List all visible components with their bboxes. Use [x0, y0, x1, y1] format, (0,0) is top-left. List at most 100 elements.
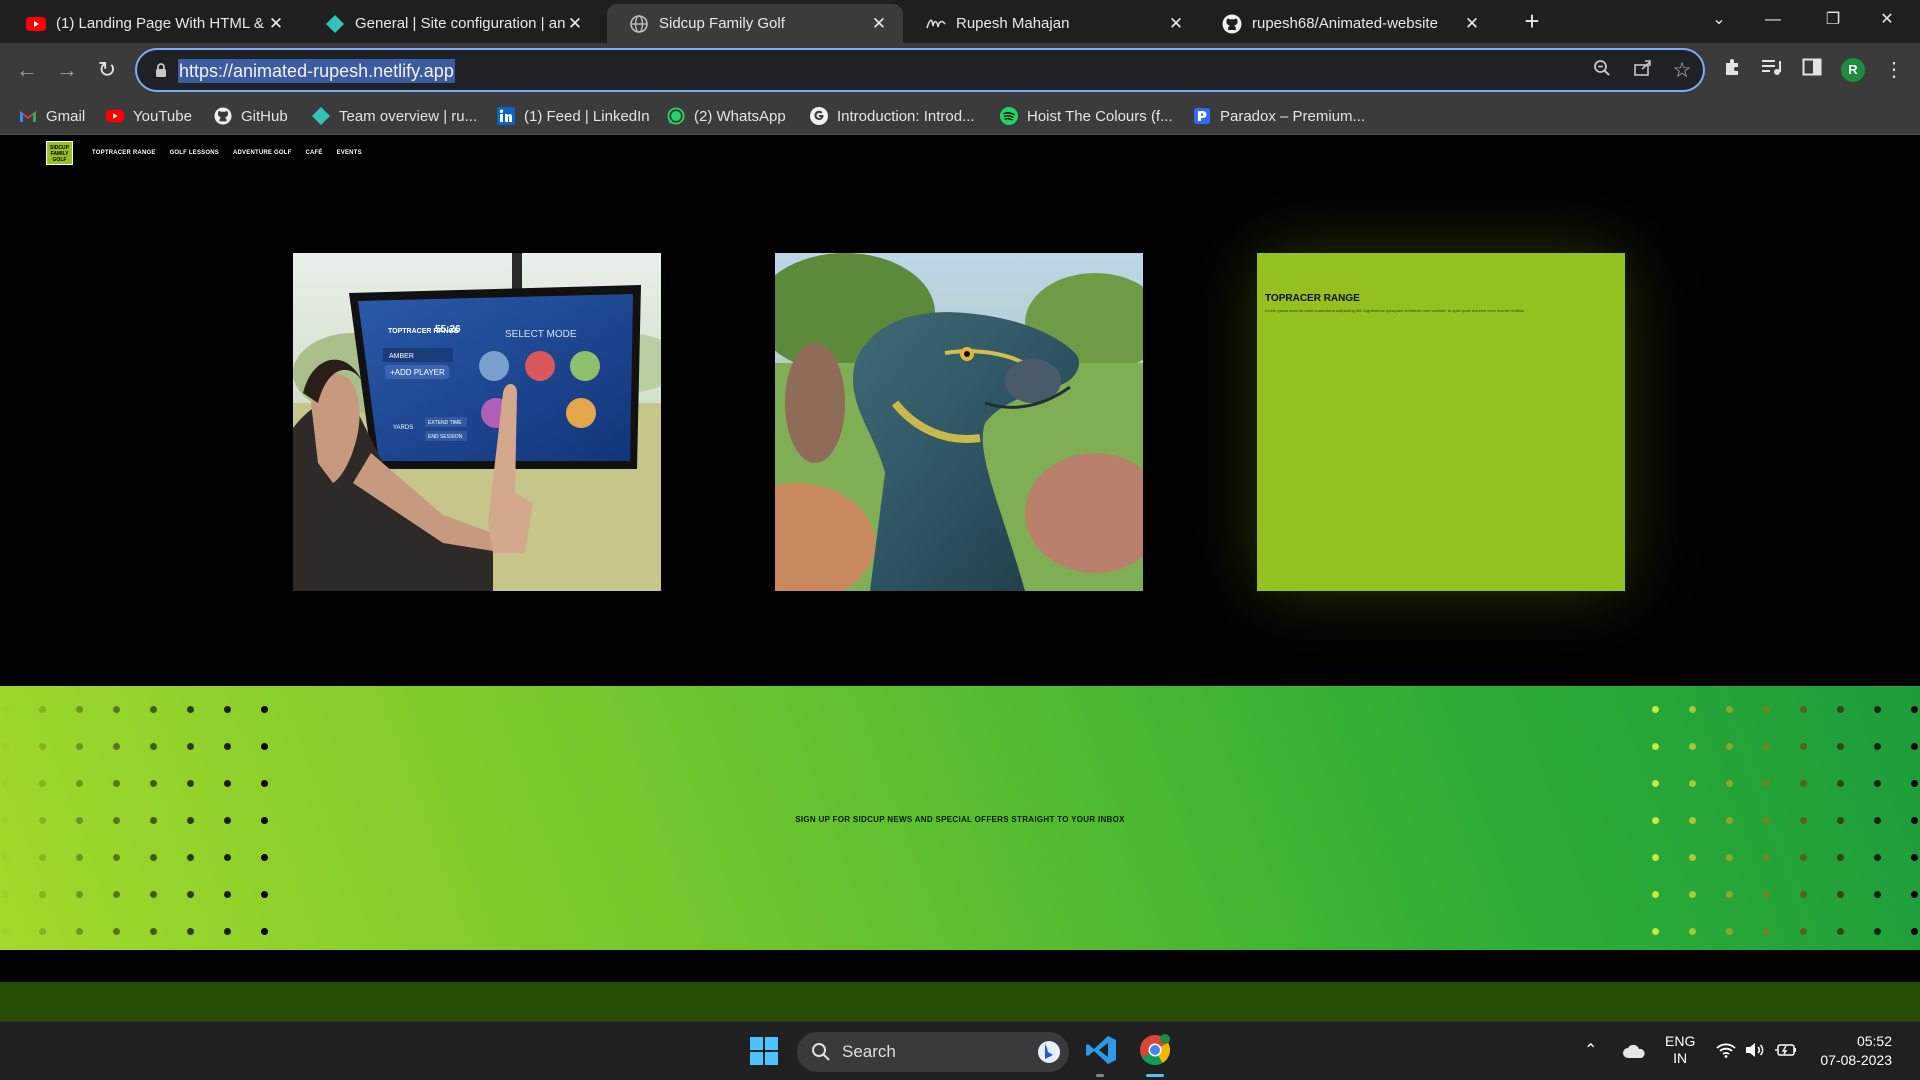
decorative-dot	[2, 743, 9, 750]
close-icon[interactable]: ✕	[1462, 14, 1482, 34]
tab-rupesh[interactable]: Rupesh Mahajan ✕	[904, 4, 1200, 43]
decorative-dot	[1800, 891, 1807, 898]
bookmark-star-icon[interactable]: ☆	[1670, 59, 1694, 83]
menu-icon[interactable]: ⋮	[1881, 57, 1907, 83]
dinosaur-photo-card[interactable]	[775, 253, 1143, 591]
decorative-dot	[1800, 706, 1807, 713]
chrome-icon[interactable]	[1138, 1033, 1172, 1072]
decorative-dot	[1837, 743, 1844, 750]
media-queue-icon[interactable]	[1759, 57, 1785, 83]
bookmark-youtube[interactable]: YouTube	[106, 103, 192, 129]
decorative-dot	[187, 928, 194, 935]
decorative-dot	[1652, 854, 1659, 861]
extensions-icon[interactable]	[1719, 57, 1745, 83]
zoom-icon[interactable]	[1590, 59, 1614, 83]
lock-icon[interactable]	[153, 62, 169, 78]
battery-icon[interactable]	[1775, 1043, 1797, 1062]
nav-link-events[interactable]: EVENTS	[337, 150, 362, 156]
share-icon[interactable]	[1631, 59, 1655, 83]
decorative-dot	[187, 780, 194, 787]
bookmark-whatsapp[interactable]: (2) WhatsApp	[667, 103, 786, 129]
close-icon[interactable]: ✕	[869, 14, 889, 34]
decorative-dot	[39, 891, 46, 898]
bookmark-spotify[interactable]: Hoist The Colours (f...	[1000, 103, 1173, 129]
nav-link-adventure-golf[interactable]: ADVENTURE GOLF	[233, 150, 291, 156]
windows-start-icon[interactable]	[749, 1036, 779, 1071]
tab-sidcup[interactable]: Sidcup Family Golf ✕	[607, 4, 903, 43]
decorative-dot	[1911, 706, 1918, 713]
close-icon[interactable]: ✕	[565, 14, 585, 34]
dinosaur-adventure-golf-photo	[775, 253, 1143, 591]
vscode-icon[interactable]	[1085, 1034, 1117, 1071]
reload-icon[interactable]: ↻	[91, 54, 123, 86]
clock[interactable]: 05:52 07-08-2023	[1812, 1032, 1892, 1070]
decorative-dot	[261, 854, 268, 861]
newsletter-signup-text[interactable]: SIGN UP FOR SIDCUP NEWS AND SPECIAL OFFE…	[0, 815, 1920, 824]
onedrive-icon[interactable]	[1622, 1044, 1646, 1063]
bing-icon[interactable]	[1037, 1040, 1061, 1069]
decorative-dot	[1800, 780, 1807, 787]
decorative-dot	[224, 854, 231, 861]
bookmark-netlify-team[interactable]: Team overview | ru...	[312, 103, 477, 129]
decorative-dot	[1726, 706, 1733, 713]
chevron-up-icon[interactable]: ⌃	[1584, 1040, 1597, 1060]
decorative-dot	[1763, 780, 1770, 787]
tab-title: Sidcup Family Golf	[659, 15, 785, 32]
tab-netlify[interactable]: General | Site configuration | anim ✕	[303, 4, 599, 43]
close-icon[interactable]: ✕	[1166, 14, 1186, 34]
volume-icon[interactable]	[1745, 1042, 1765, 1063]
decorative-dot	[224, 743, 231, 750]
nav-link-golf-lessons[interactable]: GOLF LESSONS	[170, 150, 219, 156]
decorative-dot	[1911, 891, 1918, 898]
forward-icon[interactable]: →	[51, 54, 83, 86]
nav-link-toptracer[interactable]: TOPTRACER RANGE	[92, 150, 156, 156]
decorative-dot	[2, 780, 9, 787]
decorative-dot	[1874, 854, 1881, 861]
window-close-icon[interactable]: ✕	[1860, 4, 1914, 36]
paradox-icon	[1193, 107, 1211, 125]
bookmark-paradox[interactable]: Paradox – Premium...	[1193, 103, 1365, 129]
tab-youtube[interactable]: (1) Landing Page With HTML & C ✕	[4, 4, 300, 43]
close-icon[interactable]: ✕	[266, 14, 286, 34]
bookmark-gmail[interactable]: Gmail	[19, 103, 85, 129]
decorative-dot	[150, 743, 157, 750]
wifi-icon[interactable]	[1716, 1042, 1736, 1063]
nav-link-cafe[interactable]: CAFÉ	[305, 150, 322, 156]
address-bar[interactable]: https://animated-rupesh.netlify.app ☆	[135, 48, 1705, 92]
screen-time: 55:26	[435, 324, 461, 335]
site-logo[interactable]: SIDCUP FAMILY GOLF	[46, 141, 73, 165]
back-icon[interactable]: ←	[11, 54, 43, 86]
screen-heading: SELECT MODE	[505, 329, 577, 340]
decorative-dot	[1652, 706, 1659, 713]
bookmark-github[interactable]: GitHub	[214, 103, 288, 129]
new-tab-button[interactable]: +	[1518, 8, 1546, 36]
bookmark-linkedin[interactable]: (1) Feed | LinkedIn	[497, 103, 650, 129]
bookmark-google-introduction[interactable]: Introduction: Introd...	[810, 103, 975, 129]
taskbar-search[interactable]: Search	[797, 1032, 1069, 1072]
gmail-icon	[19, 107, 37, 125]
search-icon	[811, 1042, 831, 1067]
decorative-dot	[39, 928, 46, 935]
decorative-dot	[1837, 891, 1844, 898]
decorative-dot	[1763, 891, 1770, 898]
tab-github[interactable]: rupesh68/Animated-website ✕	[1200, 4, 1496, 43]
url-text[interactable]: https://animated-rupesh.netlify.app	[178, 59, 455, 83]
decorative-dot	[113, 743, 120, 750]
language-indicator[interactable]: ENG IN	[1665, 1033, 1695, 1067]
tab-search-icon[interactable]: ⌄	[1692, 4, 1746, 36]
profile-avatar[interactable]: R	[1841, 58, 1865, 82]
decorative-dot	[1911, 780, 1918, 787]
decorative-dot	[1874, 780, 1881, 787]
toptracer-info-card[interactable]: TOPRACER RANGE Lorem ipsum dolor sit ame…	[1257, 253, 1625, 591]
taskbar: Search ⌃ ENG IN 05:52 07-08-2023	[0, 1021, 1920, 1080]
decorative-dot	[187, 891, 194, 898]
decorative-dot	[1837, 854, 1844, 861]
side-panel-icon[interactable]	[1799, 57, 1825, 83]
decorative-dot	[261, 743, 268, 750]
decorative-dot	[1874, 743, 1881, 750]
minimize-icon[interactable]: —	[1746, 4, 1800, 36]
screen-yards: YARDS	[393, 425, 413, 431]
toptracer-photo-card[interactable]: TOPTRACER RANGE 55:26 SELECT MODE AMBER …	[293, 253, 661, 591]
restore-icon[interactable]: ❐	[1806, 4, 1860, 36]
decorative-dot	[224, 928, 231, 935]
